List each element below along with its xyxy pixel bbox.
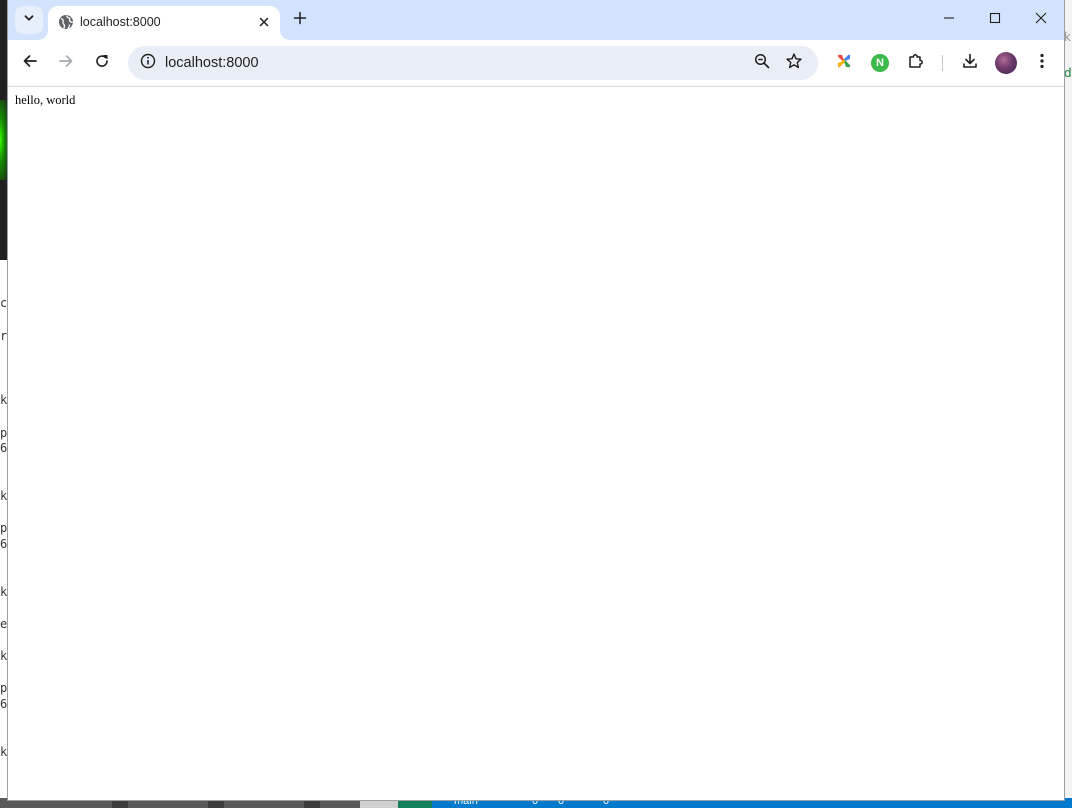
background-char: r: [0, 329, 8, 343]
download-icon: [961, 52, 979, 75]
extension-button[interactable]: N: [864, 47, 896, 79]
close-icon: [1035, 11, 1047, 29]
background-char: k: [0, 393, 8, 407]
profile-button[interactable]: [990, 47, 1022, 79]
extension-button[interactable]: [828, 47, 860, 79]
pinwheel-extension-icon: [835, 52, 853, 75]
title-bar: localhost:8000: [8, 0, 1064, 40]
page-viewport: hello, world: [8, 87, 1064, 800]
toolbar-separator: [942, 55, 943, 71]
info-icon: [140, 53, 156, 74]
site-info-button[interactable]: [136, 51, 160, 75]
background-wallpaper-glow: [0, 100, 8, 180]
maximize-icon: [989, 11, 1001, 29]
tab-active[interactable]: localhost:8000: [38, 6, 290, 40]
background-char: k: [0, 745, 8, 759]
background-char: e: [0, 617, 8, 631]
avatar: [995, 52, 1017, 74]
background-char: k: [1064, 30, 1071, 44]
new-tab-button[interactable]: [286, 6, 314, 34]
extensions-menu-button[interactable]: [900, 47, 932, 79]
bookmark-button[interactable]: [782, 51, 806, 75]
url-text[interactable]: localhost:8000: [165, 54, 259, 72]
downloads-button[interactable]: [954, 47, 986, 79]
background-char: d: [1064, 66, 1072, 80]
background-char: 6: [0, 537, 8, 551]
maximize-button[interactable]: [972, 0, 1018, 40]
address-bar[interactable]: localhost:8000: [128, 46, 818, 80]
background-editor-strip: c r k p 6 k p 6 k e k p 6 k: [0, 260, 8, 808]
page-body-text: hello, world: [15, 93, 76, 107]
arrow-left-icon: [22, 53, 38, 74]
background-char: 6: [0, 441, 8, 455]
background-char: k: [0, 489, 8, 503]
background-window-right: k d: [1064, 0, 1072, 808]
background-char: c: [0, 296, 8, 310]
menu-button[interactable]: [1026, 47, 1058, 79]
minimize-icon: [943, 11, 955, 29]
background-char: 6: [0, 697, 8, 711]
browser-window: localhost:8000 localhost:8000 N hello, w…: [8, 0, 1064, 800]
n-extension-icon: N: [871, 54, 889, 72]
close-icon[interactable]: [256, 14, 272, 30]
back-button[interactable]: [14, 47, 46, 79]
browser-toolbar: localhost:8000 N: [8, 40, 1064, 87]
plus-icon: [293, 11, 307, 30]
zoom-button[interactable]: [750, 51, 774, 75]
forward-button[interactable]: [50, 47, 82, 79]
background-char: p: [0, 521, 8, 535]
arrow-right-icon: [58, 53, 74, 74]
background-char: k: [0, 585, 8, 599]
puzzle-icon: [907, 52, 925, 75]
close-window-button[interactable]: [1018, 0, 1064, 40]
globe-icon: [58, 14, 74, 30]
kebab-menu-icon: [1039, 52, 1045, 75]
star-icon: [785, 52, 803, 75]
background-char: p: [0, 426, 8, 440]
background-char: p: [0, 681, 8, 695]
tab-title: localhost:8000: [80, 15, 161, 29]
chevron-down-icon: [23, 11, 35, 29]
background-char: k: [0, 649, 8, 663]
reload-button[interactable]: [86, 47, 118, 79]
zoom-out-icon: [754, 53, 770, 74]
reload-icon: [94, 53, 110, 74]
minimize-button[interactable]: [926, 0, 972, 40]
